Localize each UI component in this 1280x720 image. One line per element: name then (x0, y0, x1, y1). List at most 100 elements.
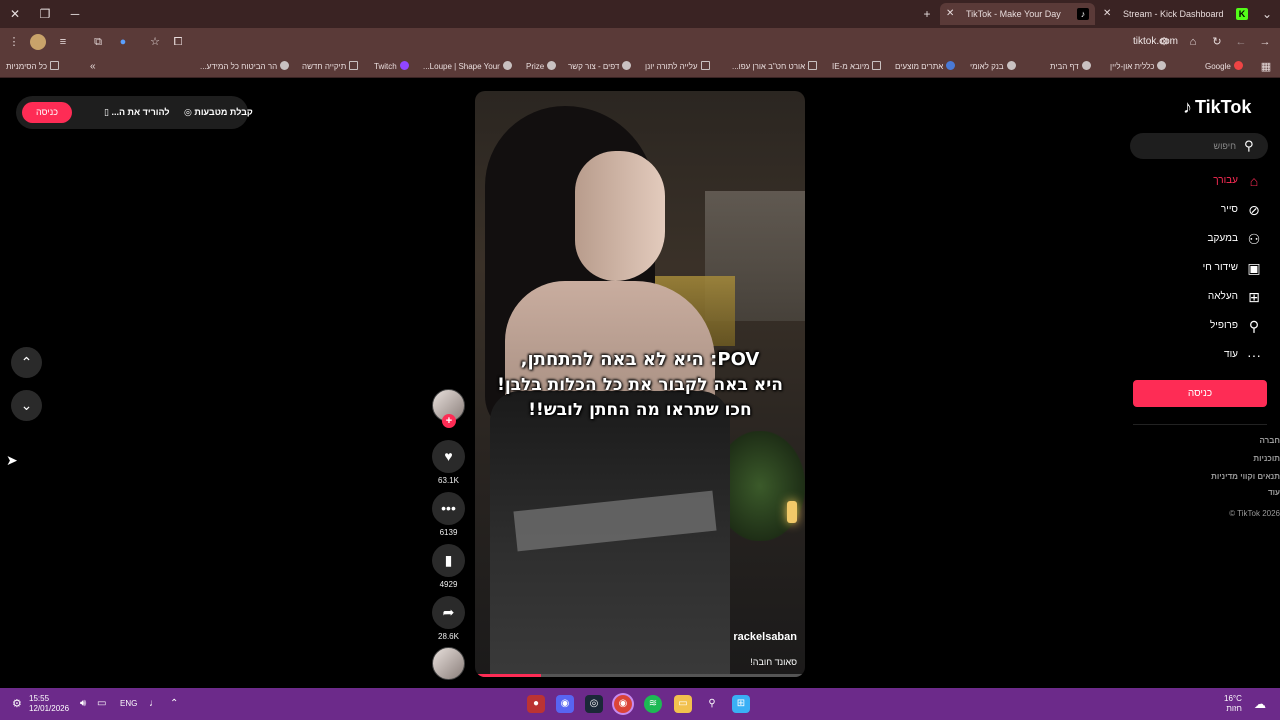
live-icon: ▣ (1247, 260, 1261, 276)
download-app-link[interactable]: להוריד את ה... ▯ (104, 96, 170, 129)
language-indicator[interactable]: ENG (120, 688, 137, 720)
volume-icon[interactable]: 🔊︎ (80, 688, 86, 720)
bookmark-item[interactable]: Twitch (374, 60, 409, 74)
network-icon[interactable]: ▭ (97, 688, 106, 720)
bookmark-item[interactable]: תיקייה חדשה (302, 60, 359, 74)
search-bar[interactable]: חיפוש ⚲ (1130, 133, 1268, 159)
weather-widget[interactable]: 16°C חזות (1224, 694, 1242, 714)
more-bookmarks-button[interactable]: » (90, 60, 96, 74)
nav-for-you[interactable]: עבורך ⌂ (1130, 170, 1268, 192)
clock[interactable]: 15:55 12/01/2026 (29, 694, 69, 714)
windows-start-icon[interactable]: ⊞ (732, 695, 750, 713)
bookmark-item[interactable]: כללית און-ליין (1110, 60, 1167, 74)
sidebar-divider (1133, 424, 1267, 425)
like-count: 63.1K (438, 476, 459, 485)
footer-link-programs[interactable]: תוכניות (1140, 454, 1280, 463)
save-button[interactable]: ▮ (432, 544, 465, 577)
chrome-icon[interactable]: ◉ (614, 695, 632, 713)
restore-window-icon[interactable]: ❐ (36, 5, 54, 23)
bookmark-star-icon[interactable]: ☆ (147, 34, 163, 50)
spotify-icon[interactable]: ≋ (644, 695, 662, 713)
next-video-button[interactable]: ⌄ (11, 390, 42, 421)
previous-video-button[interactable]: ⌃ (11, 347, 42, 378)
bookmark-item[interactable]: Google (1205, 60, 1243, 74)
heart-icon: ♥ (444, 448, 453, 464)
install-app-icon[interactable]: ⧠ (170, 34, 186, 50)
video-author[interactable]: rackelsaban (733, 631, 797, 643)
bookmark-item[interactable]: דפים - צור קשר (568, 60, 632, 74)
new-tab-icon[interactable]: + (918, 5, 936, 23)
site-settings-icon[interactable]: ⚙ (1156, 34, 1172, 50)
reload-icon[interactable]: ↻ (1209, 34, 1225, 50)
search-icon[interactable]: ⚲ (1244, 138, 1260, 154)
reading-list-icon[interactable]: ≡ (55, 34, 71, 50)
discord-icon[interactable]: ◉ (556, 695, 574, 713)
tab-kick[interactable]: ✕ Stream - Kick Dashboard K (1097, 3, 1254, 25)
steam-icon[interactable]: ◎ (585, 695, 603, 713)
folder-icon (349, 61, 359, 70)
minimize-window-icon[interactable]: ─ (66, 5, 84, 23)
close-window-icon[interactable]: ✕ (6, 5, 24, 23)
comment-button[interactable]: ••• (432, 492, 465, 525)
nav-upload[interactable]: העלאה ⊞ (1130, 286, 1268, 308)
footer-link-more[interactable]: עוד (1140, 488, 1280, 497)
like-button[interactable]: ♥ (432, 440, 465, 473)
video-sound[interactable]: סאונד חובה! (750, 657, 797, 667)
bookmark-item[interactable]: Loupe | Shape Your... (423, 60, 512, 74)
search-icon[interactable]: ⚲ (703, 695, 721, 713)
video-progress-bar[interactable] (475, 674, 805, 677)
app-icon[interactable]: ● (527, 695, 545, 713)
microphone-icon[interactable]: ♩ (149, 688, 159, 720)
bookmark-item[interactable]: הר הביטוח כל המידע... (200, 60, 290, 74)
settings-gear-icon[interactable]: ⚙ (12, 688, 22, 720)
follow-plus-icon[interactable]: + (442, 414, 456, 428)
home-button-icon[interactable]: ⌂ (1185, 34, 1201, 50)
menu-icon[interactable]: ⋮ (6, 34, 22, 50)
extensions-icon[interactable]: ⧉ (90, 34, 106, 50)
nav-profile[interactable]: פרופיל ⚲ (1130, 315, 1268, 337)
show-hidden-icons-icon[interactable]: ⌃ (170, 688, 178, 720)
following-icon: ⚇ (1247, 231, 1261, 247)
login-button-top[interactable]: כניסה (22, 102, 72, 123)
bookmark-item[interactable]: אתרים מוצעים (895, 60, 956, 74)
close-tab-icon[interactable]: ✕ (946, 3, 954, 25)
bookmark-item[interactable]: אורט חט"ב אורן עפו... (732, 60, 818, 74)
nav-explore[interactable]: סייר ⊘ (1130, 199, 1268, 221)
login-button-sidebar[interactable]: כניסה (1133, 380, 1267, 407)
tab-tiktok[interactable]: ✕ TikTok - Make Your Day ♪ (940, 3, 1095, 25)
upload-icon: ⊞ (1248, 289, 1260, 305)
nav-live[interactable]: שידור חי ▣ (1130, 257, 1268, 279)
share-button[interactable]: ➦ (432, 596, 465, 629)
apps-grid-icon[interactable]: ▦ (1258, 59, 1274, 75)
tab-search-icon[interactable]: ⌄ (1258, 5, 1276, 23)
nav-following[interactable]: במעקב ⚇ (1130, 228, 1268, 250)
video-subject-face (575, 151, 665, 281)
vpn-extension-icon[interactable]: ● (115, 34, 131, 50)
forward-icon[interactable]: ← (1233, 34, 1249, 50)
sound-disc-avatar[interactable] (432, 647, 465, 680)
bookmark-item[interactable]: דף הבית (1050, 60, 1091, 74)
all-bookmarks-folder[interactable]: כל הסימניות (6, 60, 60, 74)
footer-link-company[interactable]: חברה (1140, 436, 1280, 445)
video-player[interactable]: POV: היא לא באה להתחתן, היא באה לקבור את… (475, 91, 805, 677)
save-count: 4929 (439, 580, 458, 589)
video-caption-line: POV: היא לא באה להתחתן, (520, 349, 760, 370)
back-icon[interactable]: → (1257, 34, 1273, 50)
bookmark-item[interactable]: Prize (526, 60, 557, 74)
tiktok-logo[interactable]: ♪ TikTok (1183, 97, 1251, 118)
top-actions-pill: כניסה להוריד את ה... ▯ קבלת מטבעות ◎ (16, 96, 253, 129)
get-coins-link[interactable]: קבלת מטבעות ◎ (184, 96, 253, 129)
weather-icon: ☁ (1254, 697, 1266, 711)
close-tab-icon[interactable]: ✕ (1103, 3, 1111, 25)
bookmark-item[interactable]: בנק לאומי (970, 60, 1016, 74)
mouse-cursor-icon: ➤ (6, 452, 18, 468)
profile-avatar-icon[interactable] (30, 34, 46, 50)
footer-link-terms[interactable]: תנאים וקווי מדיניות (1140, 472, 1280, 481)
bookmark-item[interactable]: מיובא מ-IE (832, 60, 882, 74)
bookmark-item[interactable]: עלייה לתורה יונן (645, 60, 710, 74)
files-icon[interactable]: ▭ (674, 695, 692, 713)
search-input[interactable]: חיפוש (1214, 133, 1236, 159)
video-caption-line: חכו שתראו מה החתן לובש!! (528, 400, 752, 420)
video-caption-line: היא באה לקבור את כל הכלות בלבן! (497, 375, 783, 395)
nav-more[interactable]: עוד ··· (1130, 344, 1268, 366)
